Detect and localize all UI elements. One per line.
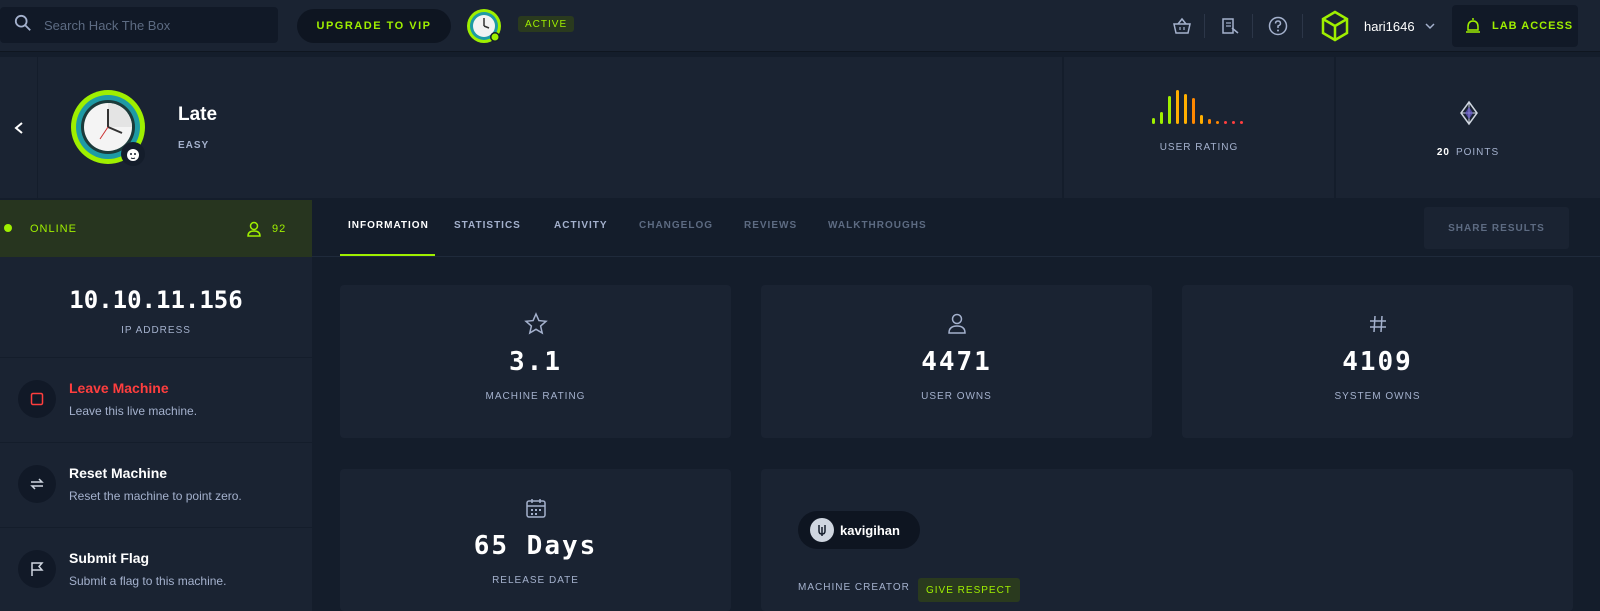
help-icon[interactable] [1266, 14, 1290, 38]
ip-address-label: IP ADDRESS [121, 325, 191, 336]
machine-header [0, 57, 1600, 198]
release-date-label: RELEASE DATE [492, 575, 579, 586]
search-bar[interactable] [0, 7, 278, 43]
linux-os-icon [121, 142, 145, 166]
swag-ticket-icon[interactable] [1218, 14, 1242, 38]
online-dot-icon [4, 224, 12, 232]
machine-name: Late [178, 104, 218, 125]
ip-address-value[interactable]: 10.10.11.156 [0, 286, 312, 314]
hash-icon [1369, 315, 1386, 333]
chevron-down-icon[interactable] [1424, 20, 1436, 32]
flag-icon [18, 550, 56, 588]
reset-icon [18, 465, 56, 503]
machine-rating-value: 3.1 [509, 347, 562, 377]
machine-status: ONLINE [30, 223, 77, 235]
machine-status-row: ONLINE 92 [0, 200, 312, 257]
reset-machine-title: Reset Machine [69, 465, 168, 481]
players-count: 92 [272, 223, 287, 235]
lab-access-label: LAB ACCESS [1492, 20, 1574, 32]
machine-creator-label: MACHINE CREATOR [798, 582, 910, 593]
machine-rating-label: MACHINE RATING [485, 391, 586, 402]
machine-difficulty: EASY [178, 140, 210, 151]
submit-flag-action[interactable]: Submit Flag Submit a flag to this machin… [0, 528, 312, 611]
user-icon [947, 313, 966, 334]
leave-machine-action[interactable]: Leave Machine Leave this live machine. [0, 358, 312, 442]
username[interactable]: hari1646 [1364, 19, 1415, 34]
release-date-card: 65 Days RELEASE DATE [340, 469, 731, 611]
back-button[interactable] [0, 57, 38, 198]
active-status-badge: ACTIVE [518, 16, 575, 32]
leave-machine-subtitle: Leave this live machine. [69, 404, 198, 418]
user-rating-label: USER RATING [1159, 142, 1239, 153]
divider [1252, 14, 1253, 38]
upgrade-vip-button[interactable]: UPGRADE TO VIP [297, 9, 451, 43]
star-icon [523, 312, 548, 335]
points-label: POINTS [1455, 147, 1500, 158]
tab-activity[interactable]: ACTIVITY [554, 220, 608, 231]
system-owns-card: 4109 SYSTEM OWNS [1182, 285, 1573, 438]
user-owns-label: USER OWNS [921, 391, 992, 402]
calendar-icon [525, 499, 546, 518]
header-divider [1062, 57, 1064, 198]
active-tab-indicator [340, 254, 435, 256]
user-rank-cube-icon[interactable] [1320, 10, 1350, 42]
header-divider [1334, 57, 1336, 198]
divider [1302, 14, 1303, 38]
release-date-value: 65 Days [473, 531, 598, 561]
basket-icon[interactable] [1170, 14, 1194, 38]
user-icon [247, 221, 261, 237]
machine-mini-avatar-icon[interactable] [466, 8, 502, 44]
stop-icon [18, 380, 56, 418]
system-owns-value: 4109 [1342, 347, 1413, 377]
give-respect-button[interactable]: GIVE RESPECT [918, 578, 1020, 602]
tab-changelog[interactable]: CHANGELOG [639, 220, 713, 231]
system-owns-label: SYSTEM OWNS [1334, 391, 1421, 402]
points-value: 20 [1436, 147, 1450, 158]
submit-flag-subtitle: Submit a flag to this machine. [69, 574, 227, 588]
machine-rating-card: 3.1 MACHINE RATING [340, 285, 731, 438]
search-icon [14, 14, 32, 37]
reset-machine-action[interactable]: Reset Machine Reset the machine to point… [0, 443, 312, 527]
user-rating-bars [1152, 90, 1243, 124]
search-input[interactable] [44, 17, 264, 33]
chevron-left-icon [13, 121, 23, 134]
lab-access-button[interactable]: LAB ACCESS [1452, 5, 1578, 47]
tab-walkthroughs[interactable]: WALKTHROUGHS [828, 220, 927, 231]
creator-avatar [810, 518, 834, 542]
points-display: 20 POINTS [1336, 147, 1600, 158]
creator-avatar-icon [818, 525, 826, 536]
tab-statistics[interactable]: STATISTICS [454, 220, 521, 231]
divider [1204, 14, 1205, 38]
reset-machine-subtitle: Reset the machine to point zero. [69, 489, 242, 503]
tab-reviews[interactable]: REVIEWS [744, 220, 797, 231]
leave-machine-title: Leave Machine [69, 380, 169, 396]
lab-access-icon [1466, 18, 1480, 33]
share-results-button[interactable]: SHARE RESULTS [1424, 207, 1569, 249]
submit-flag-title: Submit Flag [69, 550, 150, 566]
creator-name: kavigihan [840, 522, 900, 538]
user-owns-card: 4471 USER OWNS [761, 285, 1152, 438]
tab-information[interactable]: INFORMATION [348, 220, 429, 231]
creator-profile-link[interactable]: kavigihan [798, 511, 920, 549]
points-diamond-icon [1460, 100, 1478, 126]
user-owns-value: 4471 [921, 347, 992, 377]
